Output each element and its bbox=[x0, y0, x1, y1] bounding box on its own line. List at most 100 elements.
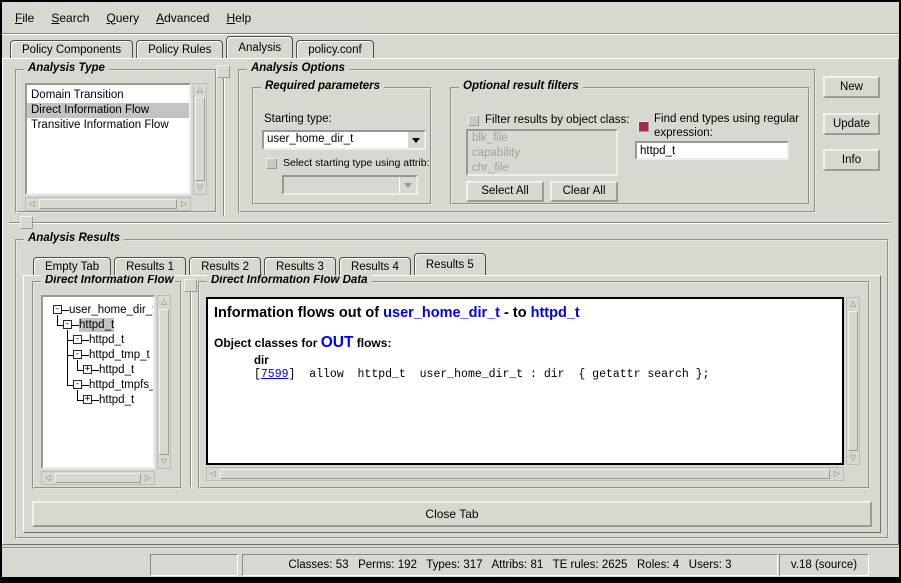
flow-tree-title: Direct Information Flow T bbox=[41, 274, 175, 286]
starting-type-value[interactable]: user_home_dir_t bbox=[264, 132, 407, 148]
tree-data-sash-line[interactable] bbox=[190, 279, 192, 487]
tree-node-label[interactable]: httpd_t bbox=[99, 363, 134, 377]
results-sash-line[interactable] bbox=[9, 222, 890, 224]
regex-checkbox-label-line2[interactable]: expression: bbox=[654, 127, 713, 139]
scroll-left-icon[interactable]: ◁ bbox=[26, 198, 38, 210]
attrib-combobox-disabled bbox=[282, 175, 418, 195]
allow-rule: [7599] allow httpd_t user_home_dir_t : d… bbox=[254, 368, 842, 381]
required-parameters-title: Required parameters bbox=[261, 80, 384, 92]
data-vscrollbar[interactable]: △ ▽ bbox=[846, 297, 860, 465]
scroll-down-icon[interactable]: ▽ bbox=[847, 452, 859, 464]
analysis-type-listbox[interactable]: Domain Transition Direct Information Flo… bbox=[25, 83, 191, 195]
main-tab-bar: Policy Components Policy Rules Analysis … bbox=[10, 36, 377, 58]
list-item: blk_file bbox=[468, 131, 616, 146]
analysis-type-frame: Analysis Type Domain Transition Direct I… bbox=[15, 69, 217, 213]
results-tab-5[interactable]: Results 5 bbox=[414, 253, 486, 275]
results-tab-2[interactable]: Results 2 bbox=[189, 257, 261, 275]
scrollbar-thumb[interactable] bbox=[39, 199, 177, 209]
list-item[interactable]: Domain Transition bbox=[27, 88, 189, 103]
tree-node-label[interactable]: user_home_dir_t bbox=[69, 303, 155, 317]
scrollbar-thumb[interactable] bbox=[220, 469, 830, 479]
rule-number-link[interactable]: 7599 bbox=[261, 368, 289, 381]
tab-analysis[interactable]: Analysis bbox=[226, 36, 293, 58]
tree-node-label[interactable]: httpd_t bbox=[99, 393, 134, 407]
info-button[interactable]: Info bbox=[823, 149, 880, 171]
results-tab-4[interactable]: Results 4 bbox=[339, 257, 411, 275]
list-item: capability bbox=[468, 146, 616, 161]
expander-icon[interactable]: - bbox=[73, 335, 82, 344]
regex-checkbox-label-line1[interactable]: Find end types using regular bbox=[654, 113, 799, 125]
tree-node-label[interactable]: httpd_t bbox=[89, 333, 124, 347]
tab-policy-components[interactable]: Policy Components bbox=[10, 40, 133, 58]
scrollbar-thumb[interactable] bbox=[159, 309, 169, 455]
scrollbar-thumb[interactable] bbox=[848, 311, 858, 451]
scroll-left-icon[interactable]: ◁ bbox=[207, 468, 219, 480]
pane-sash-handle[interactable] bbox=[217, 65, 230, 78]
close-tab-button[interactable]: Close Tab bbox=[32, 501, 872, 527]
object-class-checkbox-label[interactable]: Filter results by object class: bbox=[485, 114, 629, 126]
scroll-right-icon[interactable]: ▷ bbox=[142, 472, 154, 484]
scroll-down-icon[interactable]: ▽ bbox=[194, 182, 206, 194]
starting-type-combobox[interactable]: user_home_dir_t bbox=[262, 130, 426, 150]
menu-query[interactable]: Query bbox=[106, 11, 139, 25]
analysis-options-title: Analysis Options bbox=[247, 62, 349, 74]
scroll-up-icon[interactable]: △ bbox=[847, 298, 859, 310]
regex-input[interactable] bbox=[637, 144, 787, 159]
results-tab-1[interactable]: Results 1 bbox=[114, 257, 186, 275]
results-tab-empty[interactable]: Empty Tab bbox=[33, 257, 111, 275]
results-tab-bar: Empty Tab Results 1 Results 2 Results 3 … bbox=[33, 253, 489, 275]
object-class-label: dir bbox=[254, 355, 842, 367]
tab-policy-rules[interactable]: Policy Rules bbox=[136, 40, 223, 58]
tree-vscrollbar[interactable]: △ ▽ bbox=[157, 295, 171, 469]
scroll-right-icon[interactable]: ▷ bbox=[831, 468, 843, 480]
attrib-checkbox-label[interactable]: Select starting type using attrib: bbox=[283, 157, 430, 169]
analysis-type-vscrollbar[interactable]: △ ▽ bbox=[193, 83, 207, 195]
analysis-type-hscrollbar[interactable]: ◁ ▷ bbox=[25, 197, 191, 211]
combo-dropdown-button[interactable] bbox=[407, 132, 424, 148]
menu-advanced[interactable]: Advanced bbox=[156, 11, 209, 25]
expander-icon[interactable]: - bbox=[73, 350, 82, 359]
tab-policy-conf[interactable]: policy.conf bbox=[296, 40, 373, 58]
tree-data-sash-handle[interactable] bbox=[184, 279, 197, 292]
object-class-listbox-disabled: blk_file capability chr_file bbox=[466, 129, 618, 176]
menu-file[interactable]: File bbox=[15, 11, 34, 25]
update-button[interactable]: Update bbox=[823, 113, 880, 135]
pane-sash-line[interactable] bbox=[223, 65, 225, 216]
list-item[interactable]: Transitive Information Flow bbox=[27, 118, 189, 133]
scrollbar-thumb[interactable] bbox=[55, 473, 141, 483]
regex-checkbox[interactable] bbox=[638, 121, 649, 132]
scroll-right-icon[interactable]: ▷ bbox=[178, 198, 190, 210]
results-tab-3[interactable]: Results 3 bbox=[264, 257, 336, 275]
select-all-button[interactable]: Select All bbox=[466, 181, 544, 202]
tree-hscrollbar[interactable]: ◁ ▷ bbox=[41, 471, 155, 485]
menu-search[interactable]: Search bbox=[51, 11, 89, 25]
list-item[interactable]: Direct Information Flow bbox=[27, 103, 189, 118]
menu-help[interactable]: Help bbox=[226, 11, 251, 25]
clear-all-button[interactable]: Clear All bbox=[550, 181, 618, 202]
data-hscrollbar[interactable]: ◁ ▷ bbox=[206, 467, 844, 481]
scrollbar-thumb[interactable] bbox=[195, 97, 205, 181]
flow-data-text[interactable]: Information flows out of user_home_dir_t… bbox=[206, 297, 844, 465]
expander-icon[interactable]: + bbox=[83, 395, 92, 404]
optional-filters-frame: Optional result filters Filter results b… bbox=[450, 87, 810, 205]
list-item: chr_file bbox=[468, 161, 616, 176]
menu-bar: File Search Query Advanced Help bbox=[2, 2, 899, 33]
attrib-checkbox[interactable] bbox=[266, 158, 277, 169]
scroll-up-icon[interactable]: △ bbox=[194, 84, 206, 96]
tree-node-label[interactable]: httpd_tmp_t bbox=[89, 348, 150, 362]
expander-icon[interactable]: - bbox=[53, 305, 62, 314]
expander-icon[interactable]: - bbox=[73, 380, 82, 389]
scroll-down-icon[interactable]: ▽ bbox=[158, 456, 170, 468]
tree-node-label[interactable]: httpd_tmpfs_t bbox=[89, 378, 155, 392]
expander-icon[interactable]: + bbox=[83, 365, 92, 374]
tree-node-label[interactable]: httpd_t bbox=[79, 318, 114, 332]
new-button[interactable]: New bbox=[823, 76, 880, 98]
results-sash-handle[interactable] bbox=[20, 216, 33, 229]
scroll-up-icon[interactable]: △ bbox=[158, 296, 170, 308]
analysis-results-frame: Analysis Results Empty Tab Results 1 Res… bbox=[15, 239, 889, 539]
scroll-left-icon[interactable]: ◁ bbox=[42, 472, 54, 484]
object-class-checkbox[interactable] bbox=[468, 115, 479, 126]
expander-icon[interactable]: - bbox=[63, 320, 72, 329]
flow-subheading: Object classes for OUT flows: bbox=[214, 334, 842, 352]
regex-entry[interactable] bbox=[635, 141, 789, 160]
